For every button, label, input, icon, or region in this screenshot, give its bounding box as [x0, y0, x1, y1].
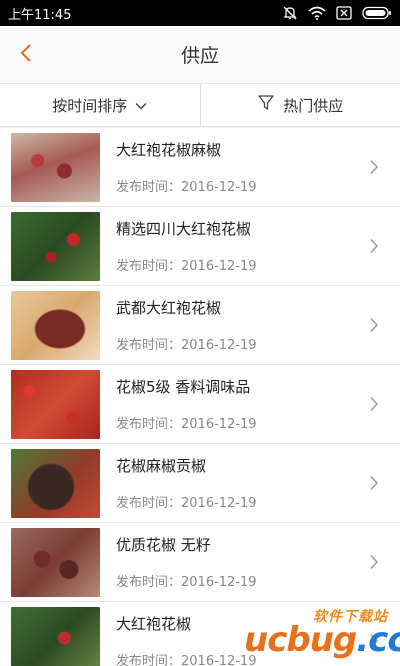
item-date: 发布时间：2016-12-19 [116, 338, 257, 353]
watermark-suffix: .cc [356, 620, 400, 660]
item-text: 精选四川大红袍花椒 发布时间：2016-12-19 [116, 218, 362, 274]
funnel-icon [257, 94, 275, 116]
item-date: 发布时间：2016-12-19 [116, 259, 257, 274]
hot-supply-filter-button[interactable]: 热门供应 [201, 84, 400, 126]
status-bar: 上午11:45 [0, 0, 400, 26]
filter-label: 热门供应 [283, 96, 344, 115]
item-thumbnail [11, 211, 100, 281]
chevron-right-icon [362, 392, 386, 416]
list-item[interactable]: 优质花椒 无籽 发布时间：2016-12-19 [0, 523, 400, 602]
list-item[interactable]: 花椒麻椒贡椒 发布时间：2016-12-19 [0, 444, 400, 523]
item-title: 花椒麻椒贡椒 [116, 457, 207, 475]
item-title: 花椒5级 香料调味品 [116, 378, 251, 396]
mute-icon [282, 5, 298, 21]
list-item[interactable]: 花椒5级 香料调味品 发布时间：2016-12-19 [0, 365, 400, 444]
sim-icon [336, 6, 352, 20]
filter-bar: 按时间排序 热门供应 [0, 84, 400, 127]
item-thumbnail [11, 448, 100, 518]
sort-label: 按时间排序 [52, 96, 128, 115]
nav-bar: 供应 [0, 26, 400, 84]
list-item[interactable]: 武都大红袍花椒 发布时间：2016-12-19 [0, 286, 400, 365]
item-thumbnail [11, 290, 100, 360]
status-icons [282, 5, 392, 21]
item-date: 发布时间：2016-12-19 [116, 417, 257, 432]
battery-icon [362, 6, 392, 20]
item-title: 精选四川大红袍花椒 [116, 220, 252, 238]
status-time: 上午11:45 [8, 7, 72, 23]
item-thumbnail [11, 132, 100, 202]
item-title: 武都大红袍花椒 [116, 299, 222, 317]
list-item[interactable]: 精选四川大红袍花椒 发布时间：2016-12-19 [0, 207, 400, 286]
page-title: 供应 [180, 45, 219, 67]
watermark-logo: 软件下载站 ucbug.cc [244, 606, 400, 658]
watermark-brand-name: ucbug [244, 620, 357, 660]
watermark-brand: ucbug.cc [244, 622, 400, 658]
item-date: 发布时间：2016-12-19 [116, 496, 257, 511]
item-text: 优质花椒 无籽 发布时间：2016-12-19 [116, 534, 362, 590]
chevron-right-icon [362, 471, 386, 495]
chevron-right-icon [362, 155, 386, 179]
item-title: 大红袍花椒麻椒 [116, 141, 222, 159]
item-thumbnail [11, 369, 100, 439]
chevron-right-icon [362, 550, 386, 574]
item-text: 花椒5级 香料调味品 发布时间：2016-12-19 [116, 376, 362, 432]
item-date: 发布时间：2016-12-19 [116, 180, 257, 195]
item-text: 武都大红袍花椒 发布时间：2016-12-19 [116, 297, 362, 353]
chevron-right-icon [362, 234, 386, 258]
chevron-down-icon [135, 96, 147, 114]
item-text: 花椒麻椒贡椒 发布时间：2016-12-19 [116, 455, 362, 511]
item-thumbnail [11, 527, 100, 597]
item-text: 大红袍花椒麻椒 发布时间：2016-12-19 [116, 139, 362, 195]
chevron-right-icon [362, 313, 386, 337]
wifi-icon [308, 6, 326, 20]
item-thumbnail [11, 606, 100, 666]
back-button[interactable] [10, 39, 42, 71]
chevron-left-icon [19, 43, 33, 67]
supply-list: 大红袍花椒麻椒 发布时间：2016-12-19 精选四川大红袍花椒 发布时间：2… [0, 128, 400, 666]
list-item[interactable]: 大红袍花椒麻椒 发布时间：2016-12-19 [0, 128, 400, 207]
sort-by-time-button[interactable]: 按时间排序 [0, 84, 200, 126]
item-title: 优质花椒 无籽 [116, 536, 211, 554]
item-date: 发布时间：2016-12-19 [116, 575, 257, 590]
